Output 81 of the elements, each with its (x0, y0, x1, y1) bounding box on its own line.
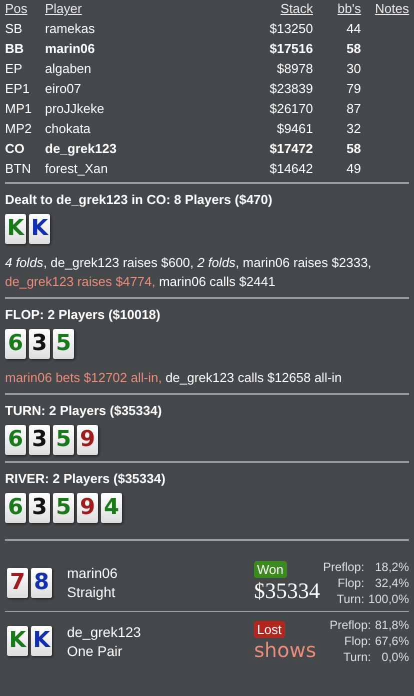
hand-name: Straight (67, 584, 116, 600)
playing-card: 9 (77, 425, 98, 455)
action-text: 4 folds, de_grek123 raises $600, 2 folds, marin06 raises $2333, de_grek123 raises $4774, marin06 calls $2441 (5, 254, 372, 291)
playing-card: 3 (29, 493, 50, 523)
table-cell-text: proJJkeke (45, 101, 106, 116)
playing-card: 8 (31, 568, 52, 598)
equity-value: 67,6% (374, 633, 409, 649)
column-header[interactable]: Stack (223, 1, 313, 16)
column-header[interactable]: Player (45, 1, 223, 16)
equity-value: 32,4% (374, 574, 409, 590)
table-cell-text: 32 (346, 121, 361, 136)
playing-card: 5 (53, 425, 74, 455)
playing-card: K (31, 626, 52, 656)
table-cell-text: ramekas (45, 21, 96, 36)
result-amount: $35334 (254, 578, 320, 604)
table-cell-text: BTN (5, 161, 32, 176)
table-cell-text: EP (5, 61, 24, 76)
playing-card: 9 (77, 493, 98, 523)
playing-card: K (29, 214, 50, 244)
table-cell-text: marin06 (45, 41, 96, 56)
table-cell-text: 79 (346, 81, 361, 96)
result-amount: shows (254, 638, 316, 662)
equity-value: 100,0% (368, 590, 409, 606)
table-cell-text: 58 (346, 141, 361, 156)
table-cell-text: forest_Xan (45, 161, 109, 176)
column-header[interactable]: Notes (361, 1, 409, 16)
table-cell-text: MP1 (5, 101, 33, 116)
playing-card: 5 (53, 329, 74, 359)
table-cell-text: $14642 (268, 161, 313, 176)
playing-card: K (7, 626, 28, 656)
player-name: de_grek123 (67, 624, 142, 640)
table-cell-text: 58 (346, 41, 361, 56)
equity-label: Flop: (336, 574, 364, 590)
table-cell-text: MP2 (5, 121, 33, 136)
equity-label: Turn: (336, 590, 364, 606)
table-cell-text: $17516 (268, 41, 313, 56)
equity-label: Preflop: (330, 617, 371, 633)
table-cell-text: 44 (346, 21, 361, 36)
table-cell-text: $17472 (268, 141, 313, 156)
table-cell-text: $26170 (268, 101, 313, 116)
table-cell-text: 87 (346, 101, 361, 116)
action-text: marin06 bets $12702 all-in, de_grek123 calls $12658 all-in (5, 369, 343, 387)
table-cell-text: BB (5, 41, 25, 56)
table-cell-text: algaben (45, 61, 92, 76)
equity-label: Flop: (343, 633, 371, 649)
street-heading: TURN: 2 Players ($35334) (5, 403, 163, 418)
playing-card: 6 (5, 493, 26, 523)
equity-value: 0,0% (380, 649, 409, 665)
street-heading: RIVER: 2 Players ($35334) (5, 471, 166, 486)
table-cell-text: eiro07 (45, 81, 82, 96)
playing-card: 3 (29, 329, 50, 359)
table-cell-text: $9461 (276, 121, 313, 136)
column-header[interactable]: Pos (5, 1, 45, 16)
table-cell-text: 49 (346, 161, 361, 176)
outcome-badge: Lost (254, 620, 285, 638)
column-header[interactable]: bb's (313, 1, 361, 16)
playing-card: 6 (5, 329, 26, 359)
table-cell-text: de_grek123 (45, 141, 118, 156)
playing-card: 7 (7, 568, 28, 598)
playing-card: 4 (101, 493, 122, 523)
equity-value: 81,8% (374, 617, 409, 633)
equity-label: Turn: (342, 649, 371, 665)
table-cell-text: SB (5, 21, 24, 36)
player-name: marin06 (67, 565, 119, 581)
table-cell-text: 30 (346, 61, 361, 76)
playing-card: 3 (29, 425, 50, 455)
outcome-badge: Won (254, 561, 286, 578)
table-cell-text: $13250 (268, 21, 313, 36)
equity-label: Preflop: (322, 558, 364, 574)
playing-card: 5 (53, 493, 74, 523)
playing-card: 6 (5, 425, 26, 455)
hand-name: One Pair (67, 642, 124, 658)
table-cell-text: EP1 (5, 81, 31, 96)
street-heading: Dealt to de_grek123 in CO: 8 Players ($470) (5, 192, 274, 207)
equity-value: 18,2% (374, 558, 409, 574)
table-cell-text: $8978 (276, 61, 313, 76)
playing-card: K (5, 214, 26, 244)
street-heading: FLOP: 2 Players ($10018) (5, 307, 162, 322)
table-cell-text: $23839 (268, 81, 313, 96)
table-cell-text: chokata (45, 121, 92, 136)
table-cell-text: CO (5, 141, 26, 156)
